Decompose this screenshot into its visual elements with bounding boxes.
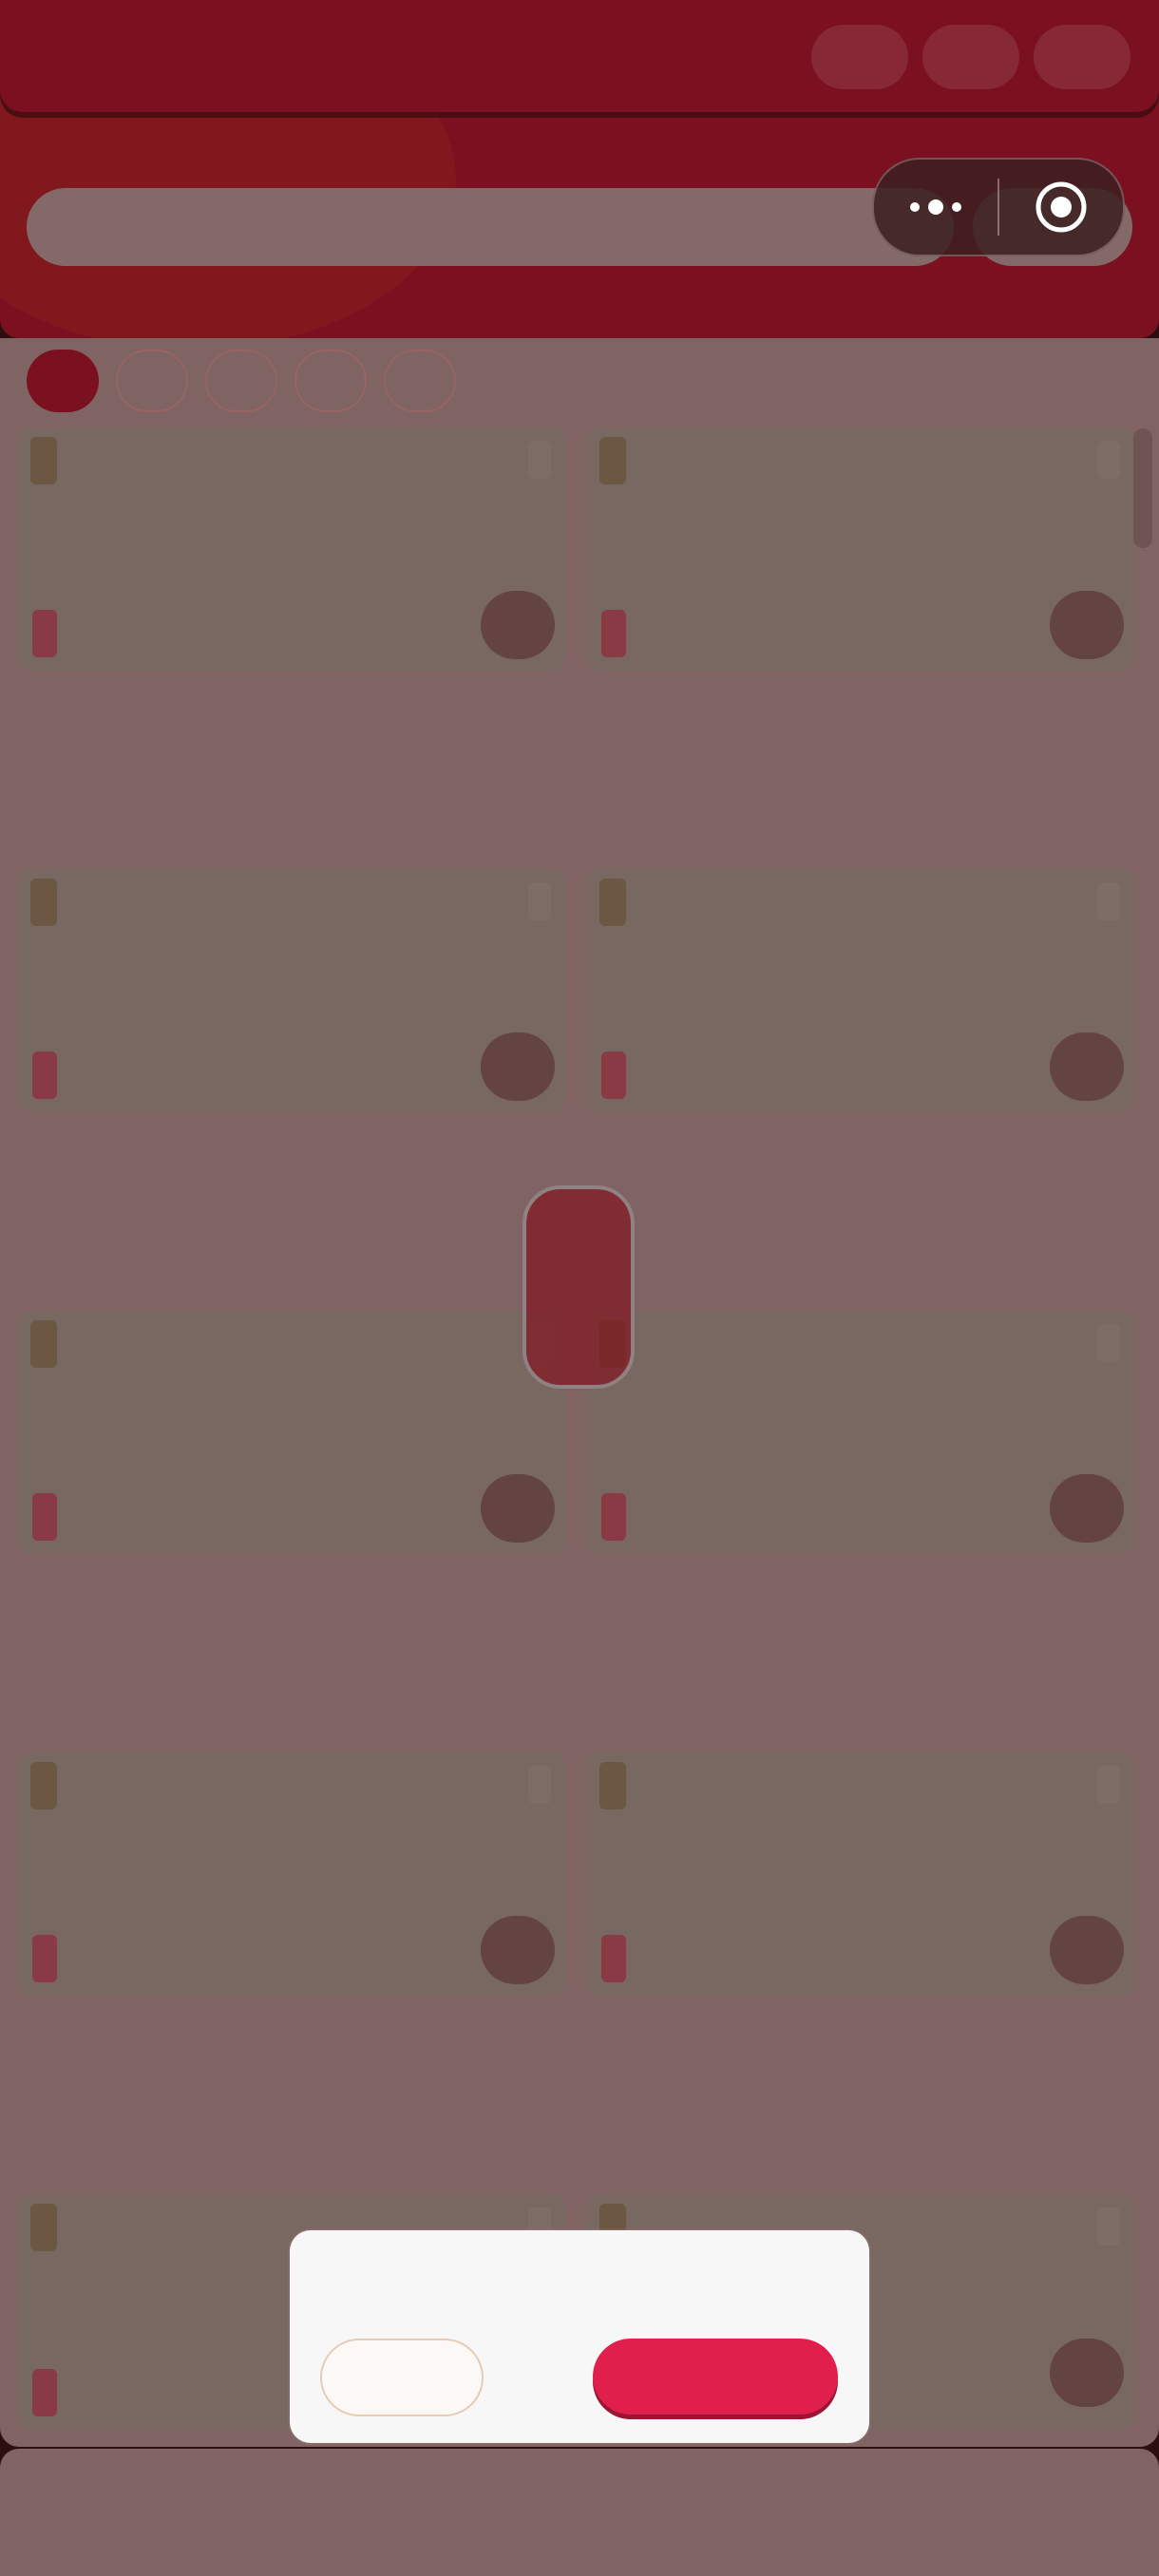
add-to-cart-button[interactable]	[1050, 1474, 1124, 1543]
add-to-cart-button[interactable]	[481, 1474, 555, 1543]
product-card[interactable]	[17, 1752, 566, 1996]
add-to-cart-button[interactable]	[1050, 591, 1124, 659]
header	[0, 0, 1159, 338]
search-input[interactable]	[27, 188, 954, 266]
floating-cart-button[interactable]	[522, 1185, 635, 1389]
price-tag	[601, 1051, 626, 1099]
miniprogram-capsule[interactable]	[872, 158, 1125, 256]
product-card[interactable]	[586, 1311, 1135, 1554]
price-tag	[32, 610, 57, 657]
corner-badge	[1097, 2207, 1120, 2245]
category-tab-2[interactable]	[116, 350, 188, 412]
price-tag	[32, 1493, 57, 1541]
add-to-cart-button[interactable]	[481, 1916, 555, 1984]
product-tag	[599, 879, 626, 926]
product-card[interactable]	[17, 1311, 566, 1554]
category-tab-5[interactable]	[384, 350, 456, 412]
add-to-cart-button[interactable]	[481, 1032, 555, 1101]
product-tag	[30, 1320, 57, 1368]
category-tab-3[interactable]	[205, 350, 277, 412]
add-to-cart-button[interactable]	[481, 591, 555, 659]
bottom-bar	[0, 2449, 1159, 2576]
category-tab-4[interactable]	[294, 350, 367, 412]
add-to-cart-button[interactable]	[1050, 1916, 1124, 1984]
product-tag	[30, 1762, 57, 1809]
confirm-dialog	[290, 2230, 869, 2443]
product-card[interactable]	[17, 869, 566, 1112]
add-to-cart-button[interactable]	[1050, 2339, 1124, 2407]
corner-badge	[1097, 1766, 1120, 1804]
product-card[interactable]	[586, 869, 1135, 1112]
header-action-pill-2[interactable]	[922, 25, 1019, 89]
product-card[interactable]	[586, 427, 1135, 671]
price-tag	[601, 1935, 626, 1982]
more-dots-icon[interactable]	[874, 160, 998, 255]
price-tag	[32, 2369, 57, 2416]
confirm-button[interactable]	[593, 2339, 838, 2415]
category-tab-1[interactable]	[27, 350, 99, 412]
corner-badge	[1097, 882, 1120, 920]
corner-badge	[528, 441, 551, 479]
corner-badge	[528, 1766, 551, 1804]
product-tag	[30, 2204, 57, 2251]
product-tag	[30, 879, 57, 926]
add-to-cart-button[interactable]	[1050, 1032, 1124, 1101]
product-tag	[30, 437, 57, 484]
header-action-pill-3[interactable]	[1034, 25, 1130, 89]
product-tag	[599, 1762, 626, 1809]
scrollbar-thumb[interactable]	[1133, 428, 1152, 548]
cancel-button[interactable]	[320, 2339, 484, 2416]
corner-badge	[528, 882, 551, 920]
price-tag	[32, 1051, 57, 1099]
price-tag	[32, 1935, 57, 1982]
price-tag	[601, 1493, 626, 1541]
price-tag	[601, 610, 626, 657]
corner-badge	[1097, 441, 1120, 479]
header-action-pill-1[interactable]	[811, 25, 908, 89]
product-tag	[599, 437, 626, 484]
corner-badge	[1097, 1324, 1120, 1362]
product-card[interactable]	[586, 1752, 1135, 1996]
product-card[interactable]	[17, 427, 566, 671]
target-icon[interactable]	[999, 180, 1123, 234]
